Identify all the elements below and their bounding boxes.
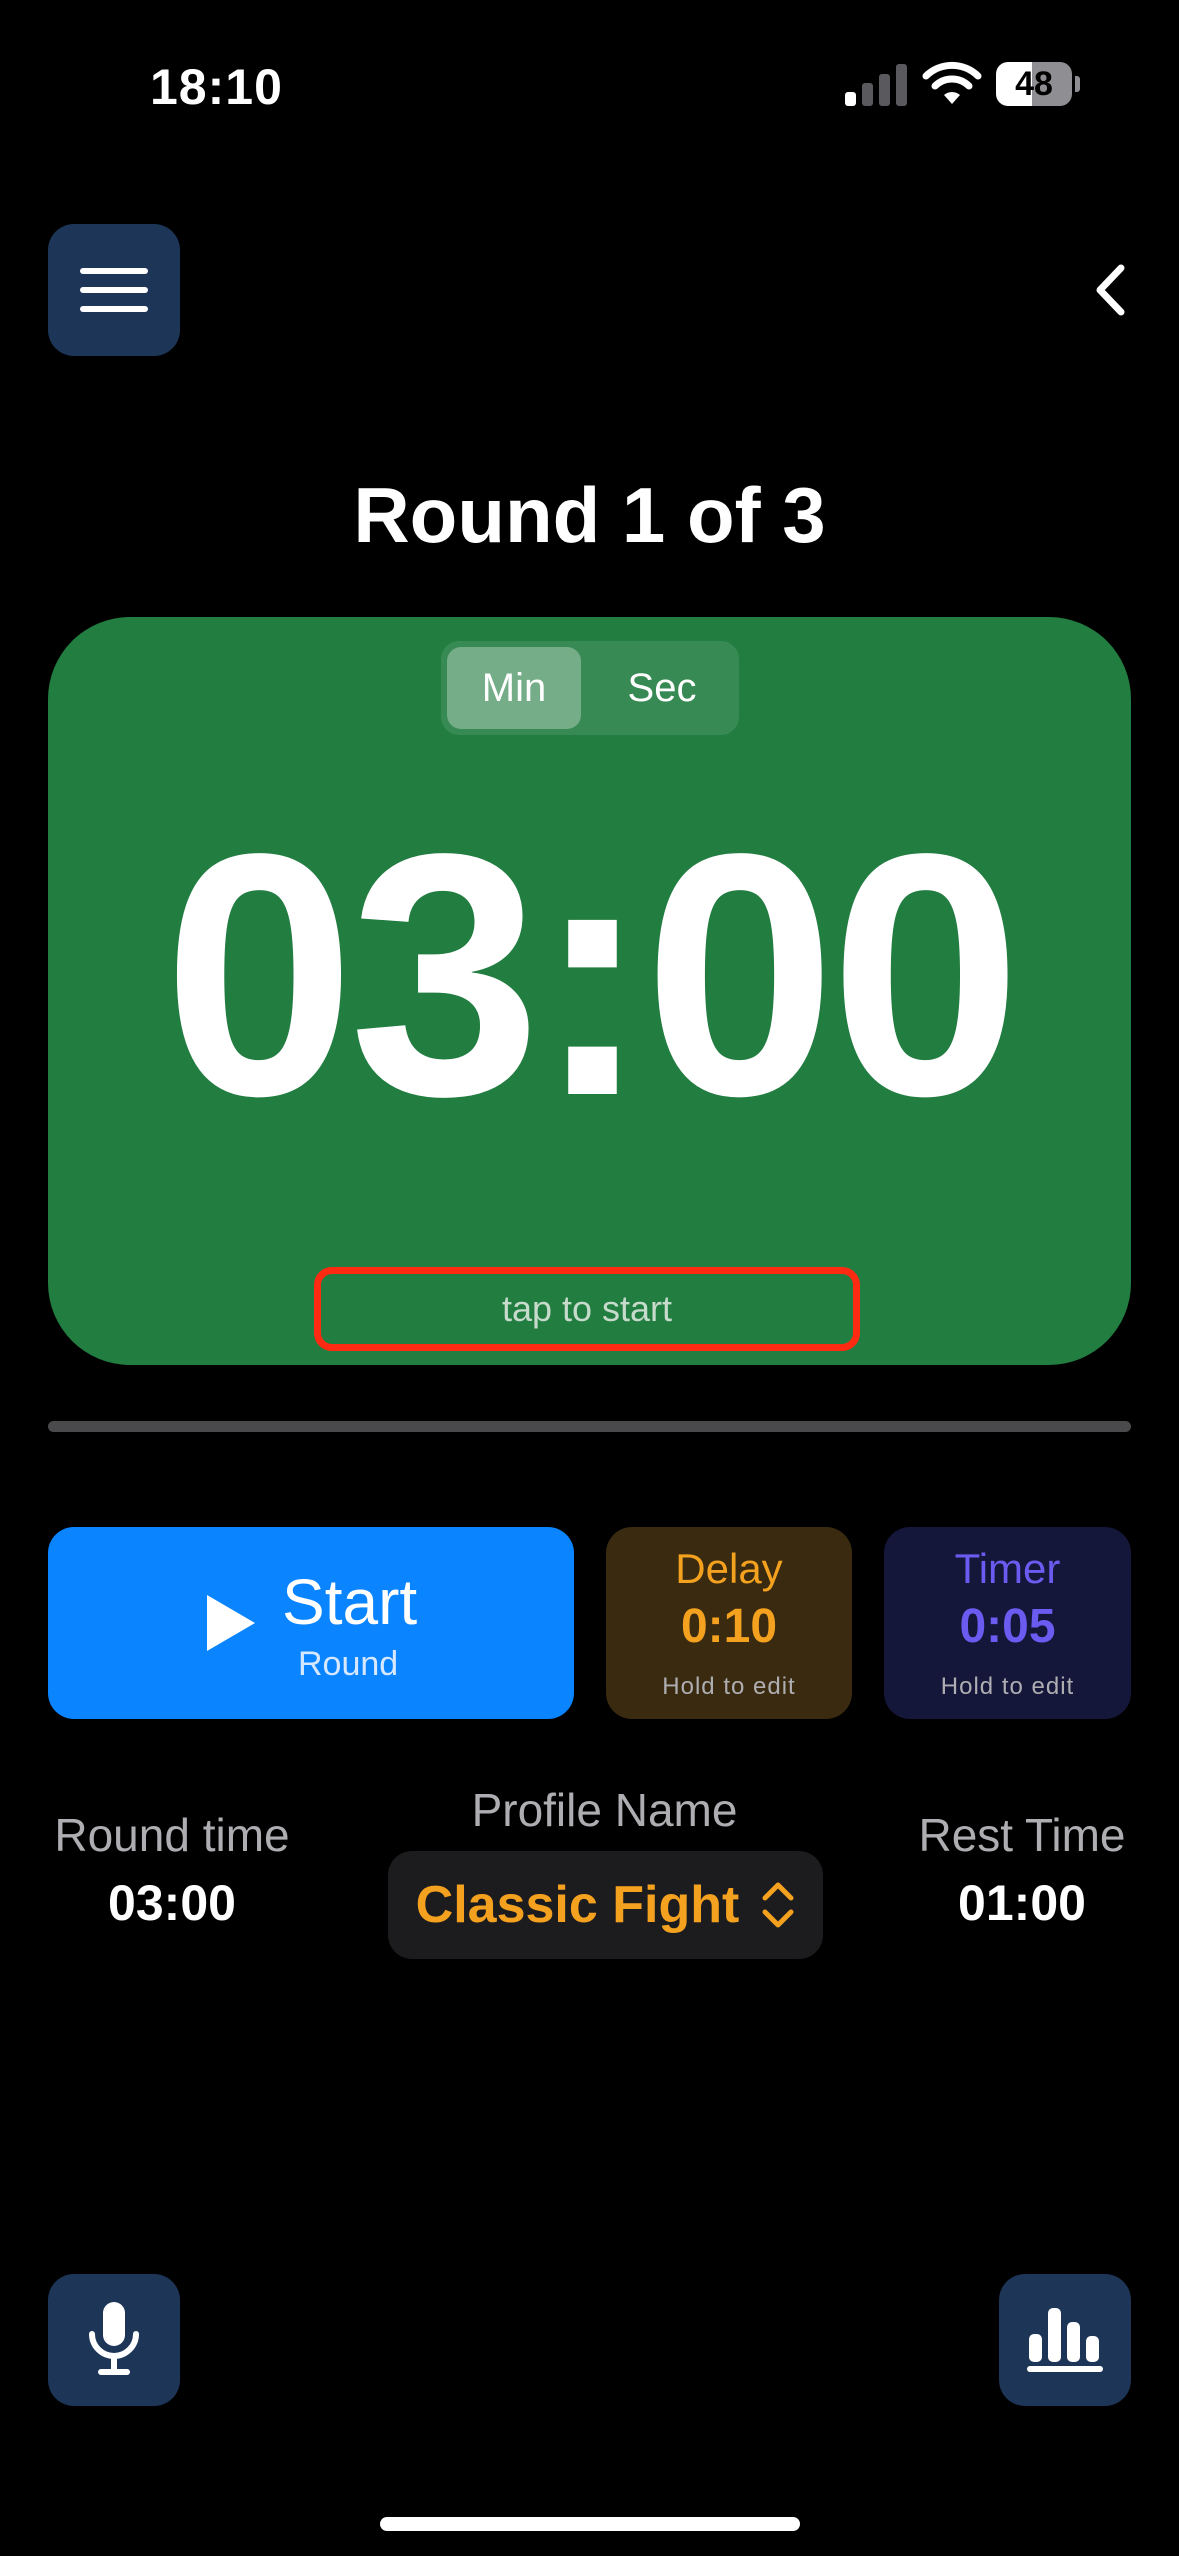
home-indicator[interactable] (380, 2517, 800, 2531)
menu-button[interactable] (48, 224, 180, 356)
tap-to-start-hint[interactable]: tap to start (314, 1267, 860, 1351)
wifi-icon (922, 61, 982, 104)
battery-icon: 48 (996, 62, 1080, 106)
timer-value: 0:05 (959, 1600, 1056, 1653)
start-label: Start (282, 1566, 418, 1638)
toggle-min[interactable]: Min (447, 647, 581, 729)
delay-button[interactable]: Delay 0:10 Hold to edit (606, 1527, 852, 1719)
round-time-value: 03:00 (108, 1875, 236, 1931)
voice-button[interactable] (48, 2274, 180, 2406)
bar-chart-icon (1027, 2308, 1103, 2372)
unit-toggle[interactable]: Min Sec (441, 641, 739, 735)
status-time: 18:10 (150, 59, 283, 115)
delay-hint: Hold to edit (662, 1673, 796, 1700)
timer-title: Timer (954, 1545, 1061, 1592)
delay-title: Delay (675, 1545, 783, 1592)
rest-time-label: Rest Time (918, 1809, 1126, 1861)
timer-display[interactable]: 03:00 (48, 803, 1131, 1148)
hamburger-icon (80, 268, 148, 312)
microphone-icon (89, 2302, 139, 2375)
profile-value: Classic Fight (415, 1876, 740, 1934)
play-icon (207, 1595, 255, 1651)
round-progress-bar (48, 1421, 1131, 1432)
toggle-sec[interactable]: Sec (591, 647, 733, 729)
profile-select[interactable]: Classic Fight (388, 1851, 823, 1959)
round-title: Round 1 of 3 (353, 471, 826, 559)
rest-time-info: Rest Time 01:00 (908, 1808, 1136, 1932)
battery-level: 48 (1015, 65, 1053, 103)
stats-button[interactable] (999, 2274, 1131, 2406)
start-round-button[interactable]: Start Round (48, 1527, 574, 1719)
start-sublabel: Round (298, 1645, 399, 1683)
rest-time-value: 01:00 (958, 1875, 1086, 1931)
back-button[interactable] (1080, 255, 1140, 325)
cellular-signal-icon (845, 64, 907, 106)
timer-hint: Hold to edit (940, 1673, 1075, 1700)
chevron-left-icon (1096, 264, 1125, 316)
timer-card[interactable]: Min Sec 03:00 tap to start (48, 617, 1131, 1365)
prep-timer-button[interactable]: Timer 0:05 Hold to edit (884, 1527, 1131, 1719)
delay-value: 0:10 (680, 1600, 778, 1653)
chevron-up-down-icon (762, 1882, 794, 1928)
